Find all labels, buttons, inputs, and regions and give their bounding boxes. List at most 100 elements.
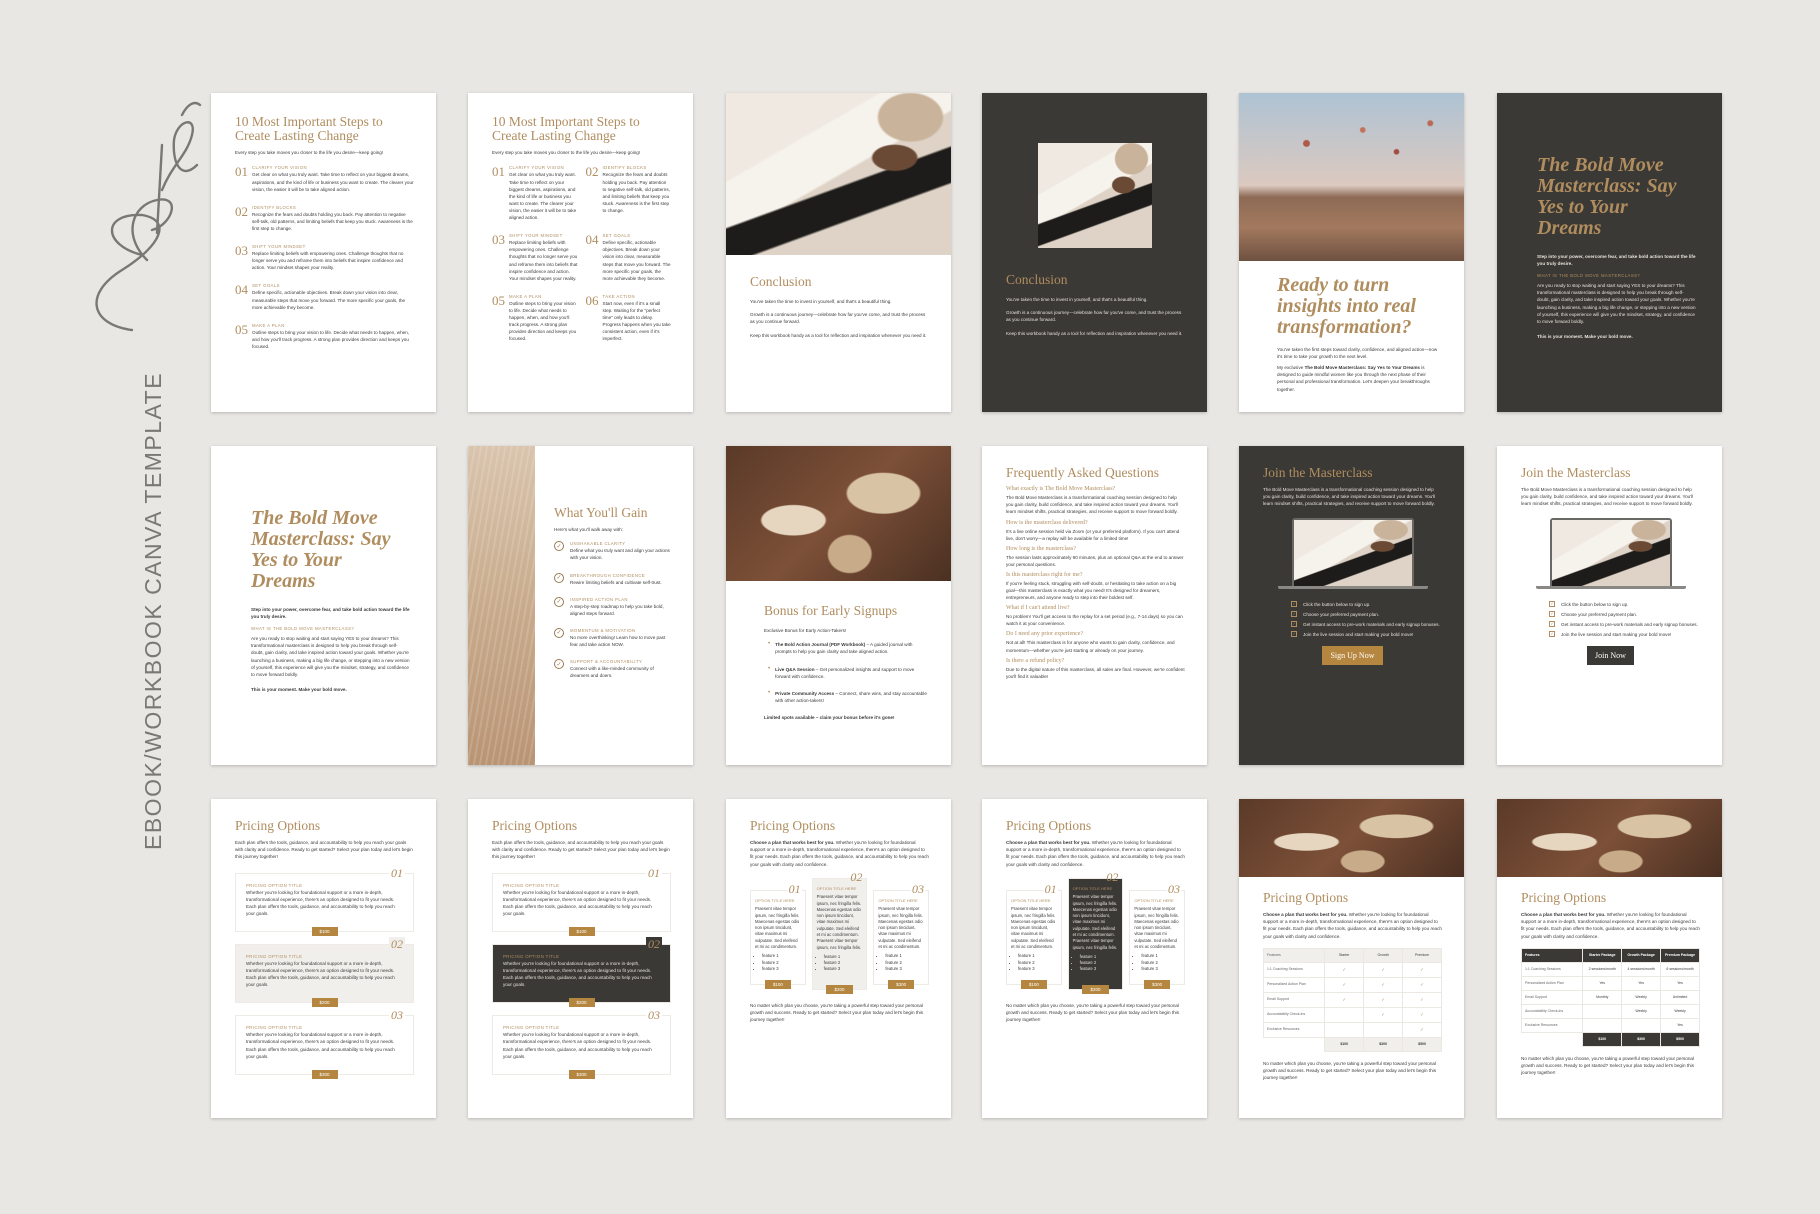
table-feature-cell: 1:1 Coaching Sessions — [1521, 962, 1584, 977]
body-text: Are you ready to stop waiting and start … — [1537, 283, 1696, 324]
table-header-cell: Premium — [1403, 948, 1442, 963]
body-text: The Bold Move Masterclass is a transform… — [1263, 487, 1436, 507]
join-now-button[interactable]: Join Now — [1587, 645, 1634, 665]
step-title: Identify Blocks — [252, 204, 297, 210]
feature-item: feature 3 — [762, 966, 801, 972]
conclusion-paragraph: You've taken the time to invest in yours… — [750, 299, 892, 305]
feature-list: feature 1feature 2feature 3 — [1011, 953, 1057, 972]
table-cell: Yes — [1583, 976, 1623, 991]
price-button[interactable]: $100 — [1020, 980, 1047, 990]
lead-text: Step into your power, overcome fear, and… — [1537, 254, 1696, 267]
closing-text: This is your moment. Make your bold move… — [251, 686, 347, 692]
step-item: 03 Shift Your Mindset Replace limiting bel… — [492, 233, 578, 286]
signup-step: ✓ Choose your preferred payment plan. — [1291, 610, 1442, 618]
bullet-icon: • — [768, 665, 771, 672]
table-feature-cell: Email Support — [1263, 992, 1326, 1008]
signup-steps: ✓ Click the button below to sign up. ✓ Choo… — [1291, 600, 1442, 638]
step-text: Clarify Your Vision Get clear on what you… — [509, 165, 578, 225]
pricing-column: 01 Option Title Here Praesent vitae tempor… — [750, 881, 806, 990]
benefit-item: ✓ Inspired Action Plan A step-by-step road… — [554, 596, 671, 621]
step-description: Outline steps to bring your vision to li… — [509, 300, 577, 342]
step-title: Take Action — [602, 293, 635, 299]
faq-answer: The session lasts approximately 90 minut… — [1006, 554, 1184, 567]
intro-lead: Choose a plan that works best for you. — [1006, 840, 1091, 846]
price-button[interactable]: $200 — [568, 998, 595, 1008]
table-cell: ✓ — [1364, 1007, 1404, 1023]
ready-paragraph-2: My exclusive The Bold Move Masterclass: … — [1277, 364, 1442, 392]
page-bonus: Bonus for Early Signups Exclusive Bonus f… — [726, 446, 951, 765]
price-button[interactable]: $300 — [311, 1069, 338, 1079]
price-button[interactable]: $200 — [311, 998, 338, 1008]
price-button[interactable]: $100 — [568, 926, 595, 936]
intro-text: Each plan offers the tools, guidance, an… — [492, 840, 670, 860]
option-title: Option Title Here — [1072, 885, 1113, 891]
step-description: Define specific, actionable objectives. … — [602, 240, 671, 281]
option-description: Whether you're looking for foundational … — [246, 960, 395, 988]
checkbox-icon: ✓ — [1291, 610, 1297, 617]
step-text: Click the button below to sign up. — [1303, 601, 1371, 607]
bonus-text: Private Community Access – Connect, shar… — [775, 690, 929, 704]
table-feature-cell: Accountability Check-ins — [1521, 1004, 1584, 1019]
option-description: Praesent vitae tempor ipsum, nec fringil… — [1011, 906, 1056, 949]
step-number: 02 — [585, 164, 599, 180]
page-content: Pricing Options Choose a plan that works … — [1006, 818, 1185, 1027]
page-content: The Bold Move Masterclass: Say Yes to Yo… — [251, 508, 410, 697]
table-cell: ✓ — [1364, 977, 1404, 993]
price-button[interactable]: $200 — [1082, 984, 1109, 994]
step-text: Identify Blocks Recognize the fears and d… — [252, 205, 414, 236]
benefit-title: Support & Accountability — [570, 659, 643, 665]
step-item: 04 Set Goals Define specific, actionable o… — [586, 233, 672, 286]
conclusion-paragraph: Growth is a continuous journey—celebrate… — [750, 312, 926, 325]
checkbox-icon: ✓ — [1549, 630, 1555, 637]
laptop-base — [1535, 585, 1686, 589]
signup-step: ✓ Get instant access to pre-work material… — [1549, 620, 1700, 628]
page-faq: Frequently Asked Questions What exactly i… — [982, 446, 1207, 765]
step-number: 03 — [492, 232, 505, 248]
signup-step: ✓ Join the live session and start making … — [1549, 630, 1700, 638]
price-button[interactable]: $100 — [311, 926, 338, 936]
intro-text: Choose a plan that works best for you. W… — [750, 839, 929, 867]
checkbox-icon: ✓ — [1549, 610, 1555, 617]
step-title: Clarify Your Vision — [509, 165, 564, 171]
table-price-cell: $300 — [1364, 1037, 1404, 1052]
price-button[interactable]: $300 — [1144, 980, 1171, 990]
step-text: Shift Your Mindset Replace limiting belie… — [252, 244, 414, 275]
page-conclusion: Conclusion You've taken the time to inves… — [726, 93, 951, 412]
step-description: Recognize the fears and doubts holding y… — [252, 211, 413, 231]
reading-photo — [1551, 519, 1670, 586]
faq-question: What if I can't attend live? — [1006, 605, 1070, 612]
table-cell: 6 sessions/month — [1661, 962, 1700, 977]
benefit-title: Breakthrough Confidence — [570, 572, 646, 578]
table-cell: ✓ — [1403, 962, 1442, 978]
option-description: Praesent vitae tempor ipsum, nec fringil… — [755, 906, 800, 949]
step-description: Define specific, actionable objectives. … — [252, 290, 406, 310]
benefit-item: ✓ Breakthrough Confidence Rewire limiting … — [554, 572, 671, 590]
hot-air-balloons-photo — [1239, 93, 1464, 261]
price-button[interactable]: $300 — [568, 1069, 595, 1079]
option-description: Whether you're looking for foundational … — [246, 1032, 395, 1059]
page-title: 10 Most Important Steps to Create Lastin… — [492, 114, 640, 144]
option-number: 01 — [646, 865, 662, 881]
price-button[interactable]: $200 — [826, 984, 853, 994]
pricing-column: 02 Option Title Here Praesent vitae tempor… — [1067, 870, 1124, 994]
step-text: Set Goals Define specific, actionable obj… — [252, 283, 414, 314]
price-button[interactable]: $100 — [764, 980, 791, 990]
benefit-text: Breakthrough Confidence Rewire limiting b… — [570, 573, 662, 590]
bonus-item: • Live Q&A Session – Get personalized ins… — [768, 666, 929, 684]
brand-script-logo — [95, 101, 202, 332]
benefit-description: Rewire limiting beliefs and cultivate se… — [570, 579, 662, 585]
table-cell — [1583, 1004, 1623, 1019]
feature-item: feature 3 — [824, 966, 863, 972]
step-number: 05 — [235, 321, 248, 337]
gift-boxes-photo — [726, 446, 951, 581]
laptop-base — [1277, 585, 1428, 589]
price-button[interactable]: $300 — [888, 980, 915, 990]
closing-text: This is your moment. Make your bold move… — [1537, 333, 1633, 339]
faq-answer: It's a live online session held via Zoom… — [1006, 528, 1180, 541]
page-pricing-stacked: Pricing Options Each plan offers the tool… — [211, 799, 436, 1118]
page-title: The Bold Move Masterclass: Say Yes to Yo… — [1537, 154, 1677, 239]
table-feature-cell: Personalized Action Plan — [1263, 977, 1326, 993]
sign-up-button[interactable]: Sign Up Now — [1322, 645, 1383, 665]
check-circle-icon: ✓ — [554, 572, 564, 583]
page-bold-move: The Bold Move Masterclass: Say Yes to Yo… — [1497, 93, 1722, 412]
